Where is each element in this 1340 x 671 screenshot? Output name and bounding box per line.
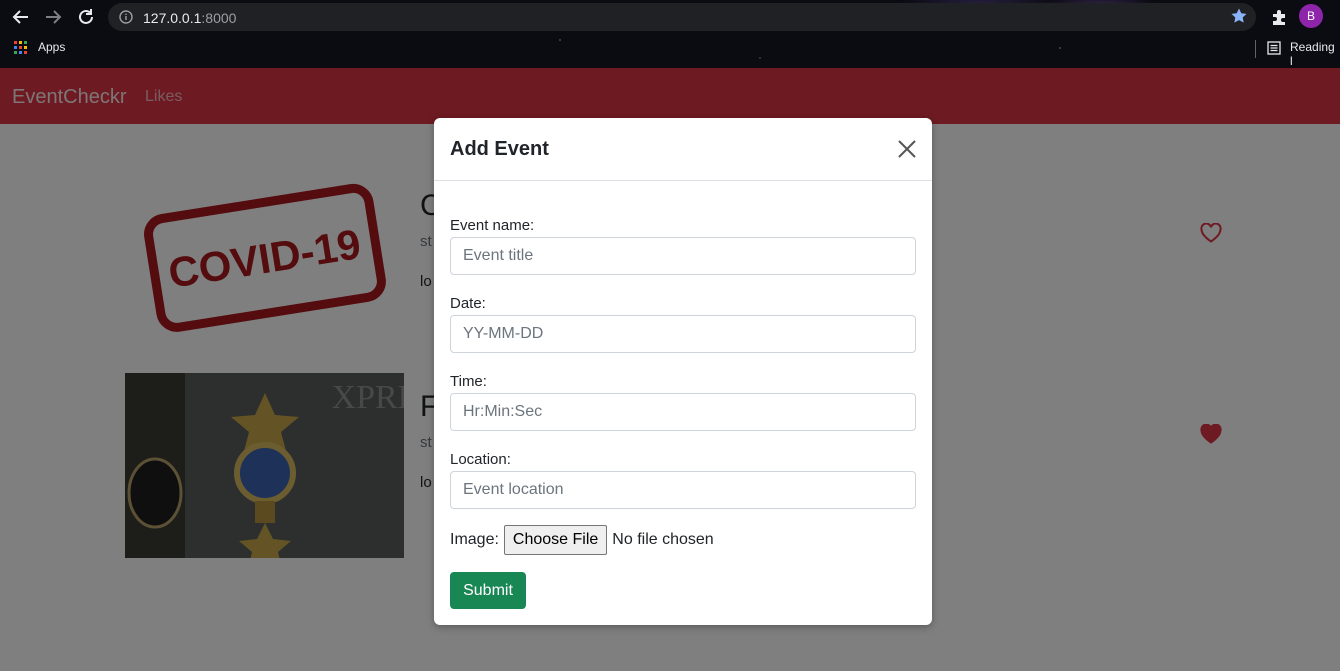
submit-button[interactable]: Submit <box>450 572 526 609</box>
date-label: Date: <box>450 295 486 312</box>
add-event-modal: Add Event Event name: Date: Time: Locati… <box>434 118 932 625</box>
address-bar[interactable]: 127.0.0.1:8000 <box>108 3 1256 31</box>
time-label: Time: <box>450 373 487 390</box>
event-name-label: Event name: <box>450 217 535 234</box>
bookmark-apps[interactable]: Apps <box>38 40 65 54</box>
close-icon[interactable] <box>896 138 918 160</box>
date-input[interactable] <box>450 315 916 353</box>
modal-title: Add Event <box>450 138 549 160</box>
extensions-puzzle-icon[interactable] <box>1270 7 1290 27</box>
image-file-row: Image: Choose File No file chosen <box>450 525 714 555</box>
time-input[interactable] <box>450 393 916 431</box>
event-name-input[interactable] <box>450 237 916 275</box>
back-icon[interactable] <box>10 6 32 28</box>
location-label: Location: <box>450 451 511 468</box>
profile-avatar[interactable]: B <box>1299 4 1323 28</box>
bookmark-separator <box>1255 40 1256 58</box>
reading-list-icon[interactable] <box>1267 41 1281 55</box>
browser-chrome: 127.0.0.1:8000 B Apps Reading l <box>0 0 1340 68</box>
location-input[interactable] <box>450 471 916 509</box>
modal-header: Add Event <box>434 118 932 181</box>
forward-icon[interactable] <box>42 6 64 28</box>
info-icon[interactable] <box>119 10 133 24</box>
url-text[interactable]: 127.0.0.1:8000 <box>143 10 236 26</box>
bookmark-star-icon[interactable] <box>1230 7 1248 25</box>
file-status-text: No file chosen <box>612 531 714 548</box>
bookmark-reading-list[interactable]: Reading l <box>1290 40 1340 68</box>
choose-file-button[interactable]: Choose File <box>503 525 608 555</box>
reload-icon[interactable] <box>75 6 97 28</box>
apps-grid-icon[interactable] <box>14 41 28 55</box>
image-label: Image: <box>450 531 499 548</box>
